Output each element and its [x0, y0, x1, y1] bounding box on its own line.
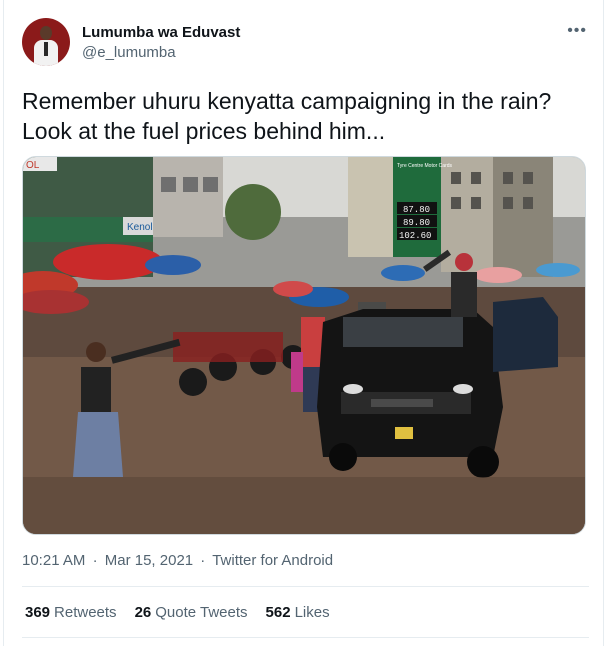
avatar[interactable] — [22, 18, 70, 66]
meta-separator: · — [92, 552, 98, 569]
author-handle[interactable]: @e_lumumba — [82, 44, 176, 61]
tweet-date[interactable]: Mar 15, 2021 — [105, 552, 193, 569]
likes-count: 562 — [265, 604, 291, 621]
more-horizontal-icon[interactable]: ••• — [567, 22, 587, 40]
tweet-text: Remember uhuru kenyatta campaigning in t… — [22, 86, 582, 146]
photo-scene: Kenol OL Tyre Centre Motor Cards 87.80 8… — [23, 157, 585, 534]
tweet-photo[interactable]: Kenol OL Tyre Centre Motor Cards 87.80 8… — [22, 156, 586, 535]
meta-separator: · — [200, 552, 206, 569]
divider — [22, 637, 589, 638]
tweet-stats: 369 Retweets 26 Quote Tweets 562 Likes — [25, 604, 330, 621]
retweets-stat[interactable]: 369 Retweets — [25, 604, 117, 621]
tweet-time[interactable]: 10:21 AM — [22, 552, 85, 569]
kenol-sign: Kenol — [127, 222, 153, 233]
quote-tweets-count: 26 — [134, 604, 152, 621]
tweet-meta: 10:21 AM · Mar 15, 2021 · Twitter for An… — [22, 552, 336, 569]
divider — [22, 586, 589, 587]
tweet-header: Lumumba wa Eduvast @e_lumumba ••• — [22, 18, 589, 68]
price-1: 87.80 — [403, 205, 430, 215]
likes-stat[interactable]: 562 Likes — [266, 604, 330, 621]
price-2: 89.80 — [403, 218, 430, 228]
quote-tweets-label: Quote Tweets — [155, 604, 248, 621]
ol-sign: OL — [26, 160, 40, 171]
tweet-text-line-1: Remember uhuru kenyatta campaigning in t… — [22, 88, 552, 114]
author-name[interactable]: Lumumba wa Eduvast — [82, 24, 240, 41]
retweets-count: 369 — [25, 604, 51, 621]
tweet-source[interactable]: Twitter for Android — [212, 552, 333, 569]
retweets-label: Retweets — [54, 604, 117, 621]
likes-label: Likes — [294, 604, 330, 621]
quote-tweets-stat[interactable]: 26 Quote Tweets — [135, 604, 248, 621]
sign-brand: Tyre Centre Motor Cards — [397, 163, 453, 169]
tweet-text-line-2: Look at the fuel prices behind him... — [22, 118, 386, 144]
price-3: 102.60 — [399, 231, 431, 241]
